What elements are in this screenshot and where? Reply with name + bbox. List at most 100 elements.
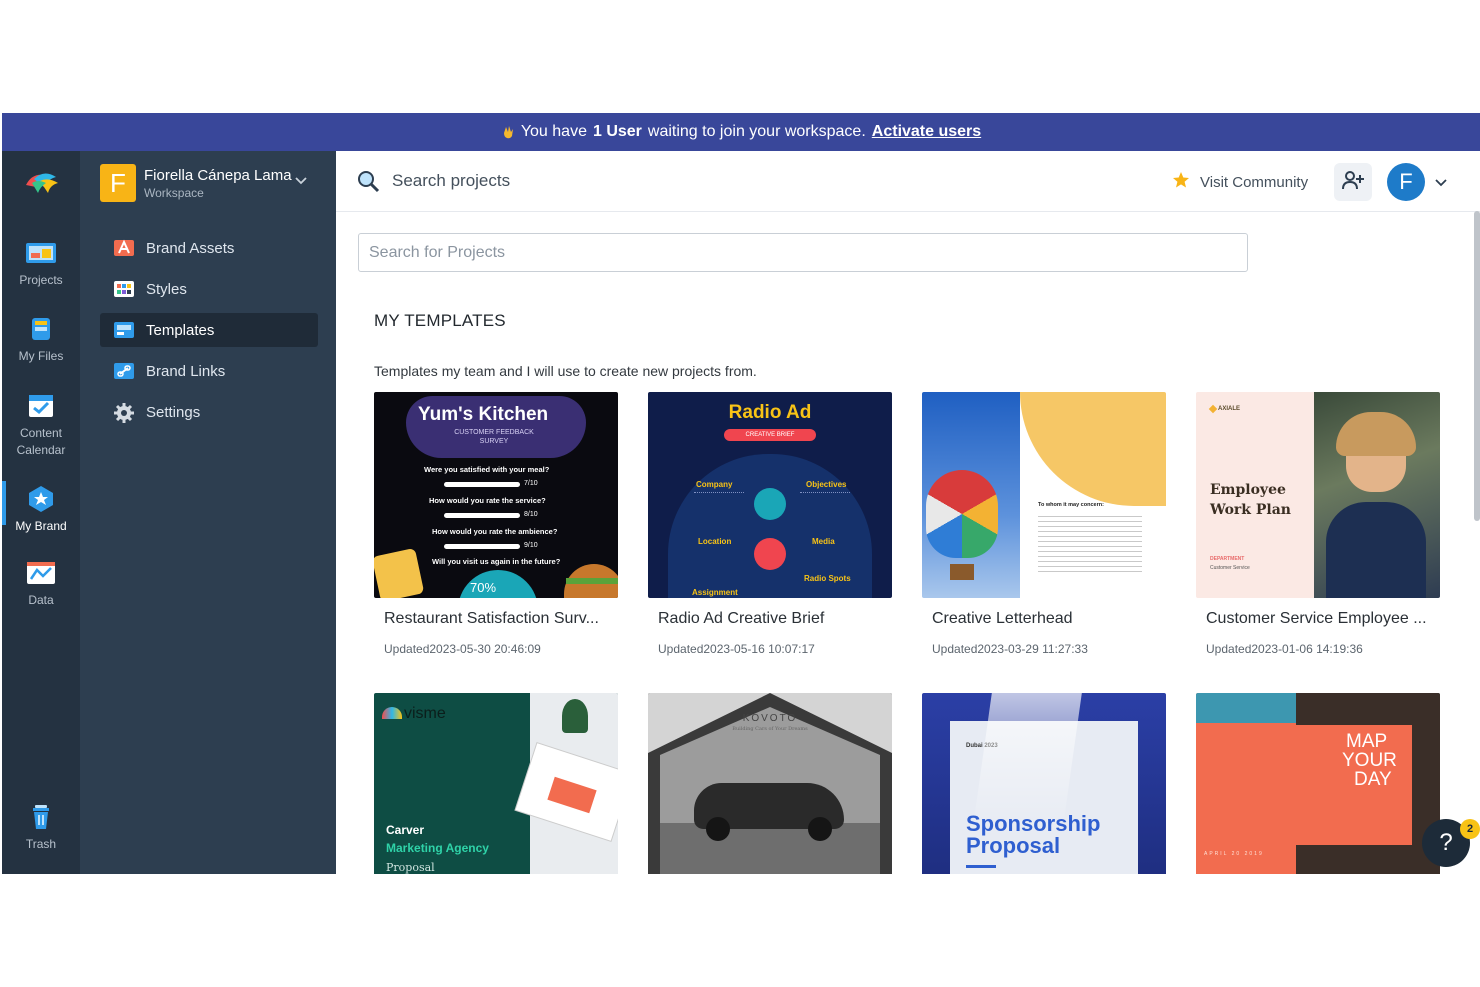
template-thumbnail: visme Carver Marketing Agency Proposal [374, 693, 618, 874]
thumb-label: Media [812, 537, 835, 546]
visit-community-link[interactable]: Visit Community [1172, 171, 1308, 193]
thumb-subheading: CUSTOMER FEEDBACK SURVEY [454, 429, 534, 445]
rail-label: Content Calendar [16, 426, 66, 457]
menu-label: Settings [146, 403, 201, 421]
rail-label: Trash [25, 837, 57, 851]
template-thumbnail: AXIALE Employee Work Plan DEPARTMENT Cus… [1196, 392, 1440, 598]
workspace-subtitle: Workspace [144, 185, 204, 200]
section-description: Templates my team and I will use to crea… [374, 363, 757, 379]
banner-count: 1 User [592, 123, 642, 140]
menu-item-brand-links[interactable]: Brand Links [100, 354, 318, 388]
chart-icon [24, 559, 58, 587]
template-card[interactable]: To whom it may concern: Creative Letterh… [922, 392, 1166, 656]
workspace-text: Fiorella Cánepa Lama Workspace [144, 167, 292, 200]
thumb-question: How would you rate the ambience? [432, 527, 558, 536]
styles-icon [114, 280, 134, 298]
search-icon[interactable] [356, 169, 380, 193]
thumb-label: Radio Spots [804, 574, 851, 583]
search-input[interactable] [358, 233, 1248, 272]
app-window: You have 1 User waiting to join your wor… [2, 113, 1480, 874]
template-card[interactable]: visme Carver Marketing Agency Proposal [374, 693, 618, 874]
notification-banner: You have 1 User waiting to join your wor… [2, 113, 1480, 151]
scrollbar[interactable] [1474, 211, 1480, 521]
search-projects-label[interactable]: Search projects [392, 171, 510, 191]
left-rail: Projects My Files Content Calendar My Br… [2, 151, 80, 874]
thumb-dept-value: Customer Service [1210, 565, 1250, 571]
thumb-label: Assignment [692, 588, 738, 597]
thumb-question: How would you rate the service? [429, 496, 546, 505]
menu-label: Styles [146, 280, 187, 298]
brand-menu: Brand Assets Styles Templates Brand Link… [100, 231, 318, 436]
brand-panel: F Fiorella Cánepa Lama Workspace Brand A… [80, 151, 336, 874]
thumb-heading: Proposal [966, 833, 1061, 858]
thumb-answer: 8/10 [524, 511, 538, 518]
thumb-dept: DEPARTMENT [1210, 556, 1245, 562]
thumb-tagline: Building Cars of Your Dreams [732, 726, 808, 732]
visit-community-label: Visit Community [1200, 173, 1309, 191]
add-user-button[interactable] [1334, 163, 1372, 201]
rail-item-content-calendar[interactable]: Content Calendar [2, 391, 80, 459]
thumb-brand: AXIALE [1218, 406, 1241, 412]
section-title: MY TEMPLATES [374, 311, 506, 330]
user-avatar[interactable]: F [1387, 163, 1425, 201]
thumb-question: Were you satisfied with your meal? [424, 465, 550, 474]
template-thumbnail: MAP YOUR DAY APRIL 20 2019 [1196, 693, 1440, 874]
activate-users-link[interactable]: Activate users [872, 123, 981, 141]
template-title: Radio Ad Creative Brief [658, 610, 825, 627]
star-icon [1172, 171, 1190, 193]
template-card[interactable]: MAP YOUR DAY APRIL 20 2019 [1196, 693, 1440, 874]
menu-item-settings[interactable]: Settings [100, 395, 318, 429]
template-card[interactable]: Radio Ad CREATIVE BRIEF Company Objectiv… [648, 392, 892, 656]
rail-label: Data [28, 593, 54, 607]
template-card[interactable]: Dubai 2023 Sponsorship Proposal [922, 693, 1166, 874]
template-updated: Updated2023-05-16 10:07:17 [658, 642, 815, 656]
thumb-salutation: To whom it may concern: [1038, 502, 1104, 508]
calendar-icon [24, 391, 58, 419]
rail-label: My Files [18, 349, 64, 363]
thumb-answer: 7/10 [524, 480, 538, 487]
thumb-percent: 70% [470, 580, 497, 595]
rail-item-my-files[interactable]: My Files [2, 315, 80, 363]
menu-label: Templates [146, 321, 215, 339]
template-card[interactable]: AXIALE Employee Work Plan DEPARTMENT Cus… [1196, 392, 1440, 656]
chevron-down-icon[interactable] [1435, 175, 1447, 187]
chevron-down-icon[interactable] [294, 173, 308, 187]
brand-assets-icon [114, 239, 134, 257]
thumb-brand: visme [404, 705, 446, 722]
visme-logo-icon[interactable] [24, 169, 60, 195]
menu-item-templates[interactable]: Templates [100, 313, 318, 347]
template-thumbnail: To whom it may concern: [922, 392, 1166, 598]
template-card[interactable]: Yum's Kitchen CUSTOMER FEEDBACK SURVEY W… [374, 392, 618, 656]
menu-label: Brand Assets [146, 239, 235, 257]
brand-star-icon [24, 485, 58, 513]
thumb-heading: Radio Ad [728, 402, 812, 423]
rail-item-my-brand[interactable]: My Brand [2, 481, 80, 533]
rail-item-projects[interactable]: Projects [2, 239, 80, 287]
menu-label: Brand Links [146, 362, 226, 380]
workspace-switcher[interactable]: F Fiorella Cánepa Lama Workspace [100, 163, 320, 203]
thumb-label: DAY [1354, 769, 1392, 790]
gear-icon [114, 403, 134, 423]
waving-hand-icon [501, 124, 515, 140]
menu-item-styles[interactable]: Styles [100, 272, 318, 306]
template-title: Creative Letterhead [932, 610, 1073, 627]
template-updated: Updated2023-01-06 14:19:36 [1206, 642, 1363, 656]
rail-item-data[interactable]: Data [2, 559, 80, 607]
banner-prefix: You have [520, 123, 587, 140]
thumb-pill: CREATIVE BRIEF [724, 429, 816, 441]
template-thumbnail: Yum's Kitchen CUSTOMER FEEDBACK SURVEY W… [374, 392, 618, 598]
thumb-answer: 9/10 [524, 542, 538, 549]
notification-badge: 2 [1460, 819, 1480, 839]
rail-item-trash[interactable]: Trash [2, 803, 80, 851]
menu-item-brand-assets[interactable]: Brand Assets [100, 231, 318, 265]
trash-icon [24, 803, 58, 831]
template-thumbnail: Radio Ad CREATIVE BRIEF Company Objectiv… [648, 392, 892, 598]
thumb-label: Proposal [386, 861, 435, 874]
thumb-label: Objectives [806, 480, 847, 489]
thumb-question: Will you visit us again in the future? [432, 557, 561, 566]
template-card[interactable]: KOVOTO Building Cars of Your Dreams [648, 693, 892, 874]
rail-label: My Brand [15, 519, 67, 533]
link-icon [114, 362, 134, 380]
thumb-label: Company [696, 480, 733, 489]
template-updated: Updated2023-03-29 11:27:33 [932, 642, 1088, 656]
